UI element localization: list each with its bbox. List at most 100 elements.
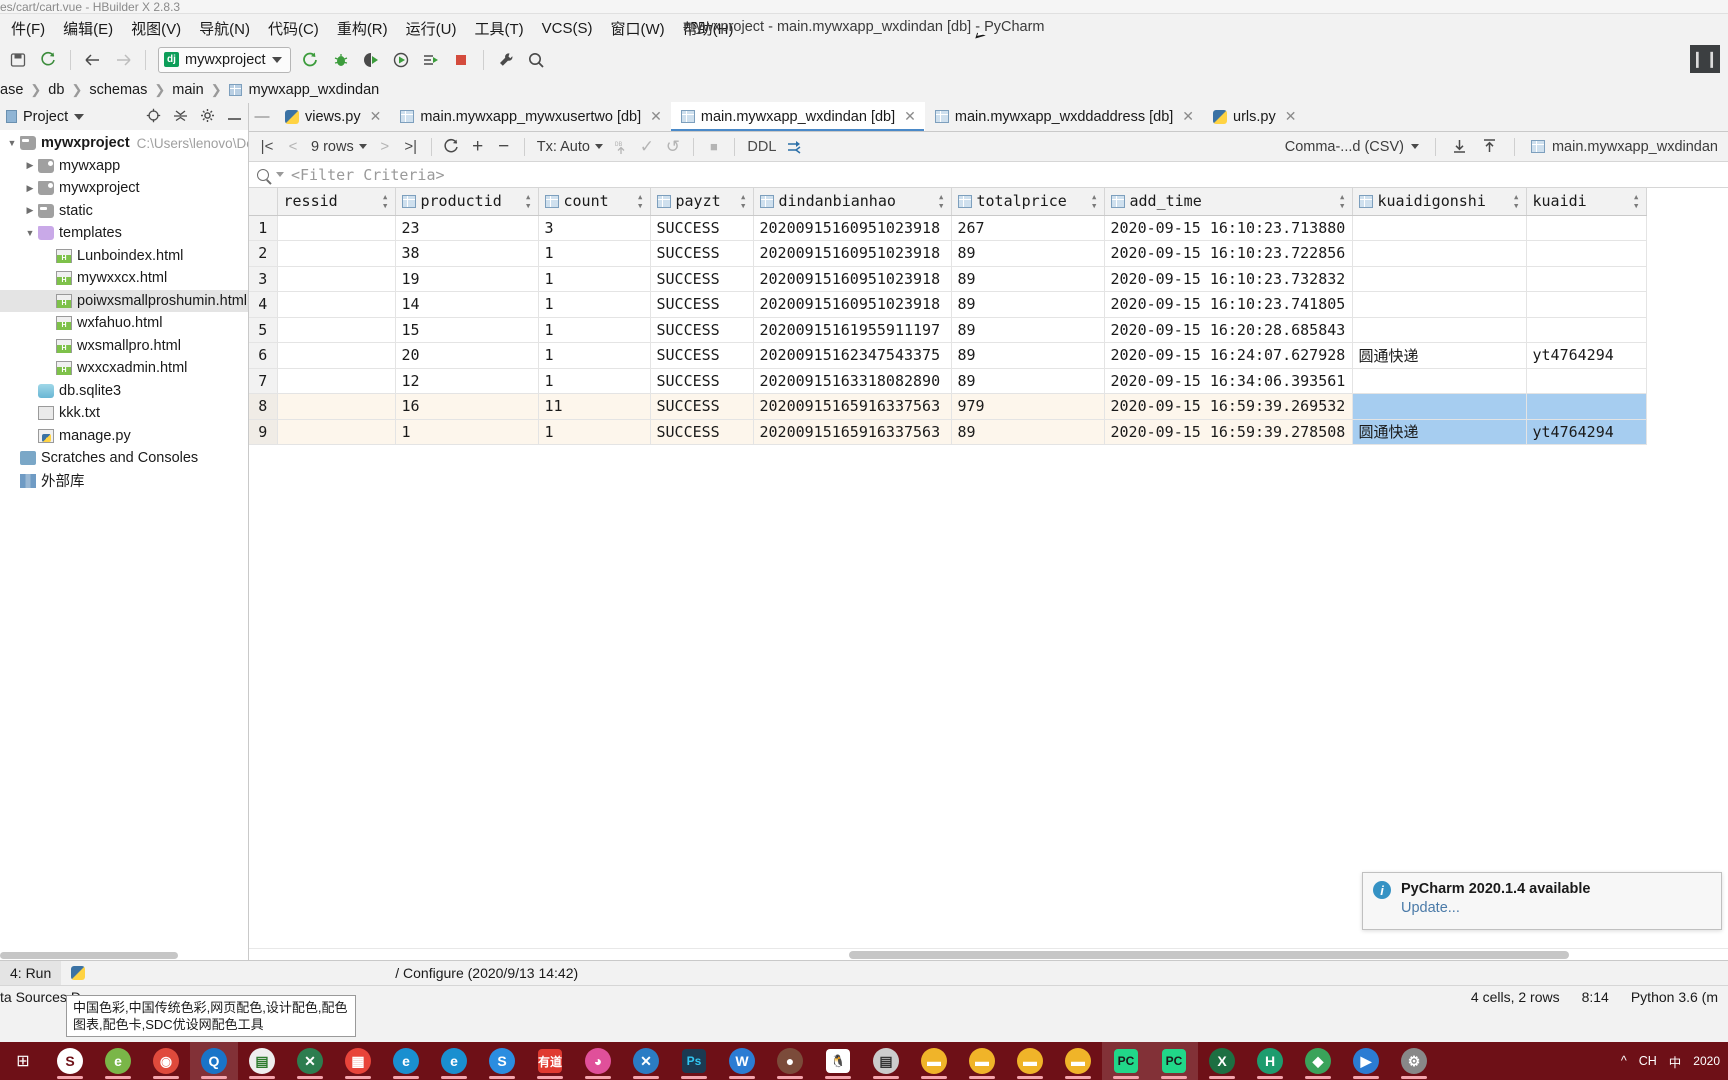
jump-to-console-icon[interactable] xyxy=(783,135,807,159)
cell-payzt[interactable]: SUCCESS xyxy=(650,317,754,343)
table-row[interactable]: 9 1 1 SUCCESS 20200915165916337563 89 2020-09-… xyxy=(249,419,1647,445)
sort-toggle-icon[interactable]: ▴ ▾ xyxy=(525,191,532,211)
cell-productid[interactable]: 23 xyxy=(395,215,539,241)
sort-toggle-icon[interactable]: ▴ ▾ xyxy=(740,191,747,211)
cell-kuaidi[interactable] xyxy=(1526,266,1647,292)
wrench-icon[interactable] xyxy=(492,47,520,73)
pycharm-icon-2[interactable]: PC xyxy=(1150,1042,1198,1080)
sidebar-horizontal-scrollbar[interactable] xyxy=(0,950,248,960)
cell-ressid[interactable] xyxy=(277,215,396,241)
tree-item-kkk-txt[interactable]: kkk.txt xyxy=(0,402,248,425)
tool-window-run[interactable]: 4: Run xyxy=(0,960,62,986)
notepad-icon[interactable]: ▤ xyxy=(238,1042,286,1080)
cell-productid[interactable]: 1 xyxy=(395,419,539,445)
cell-kuaidigonshi[interactable] xyxy=(1352,393,1527,420)
rollback-button[interactable]: ↺ xyxy=(661,135,685,159)
column-header-kuaidigonshi[interactable]: kuaidigonshi ▴ ▾ xyxy=(1352,188,1527,216)
run-with-console-icon[interactable] xyxy=(417,47,445,73)
collapse-all-icon[interactable] xyxy=(173,108,188,126)
export-format-selector[interactable]: Comma-...d (CSV) xyxy=(1281,139,1423,155)
video-icon[interactable]: ▶ xyxy=(1342,1042,1390,1080)
tree-item-templates[interactable]: ▼ templates xyxy=(0,222,248,245)
cell-add_time[interactable]: 2020-09-15 16:10:23.713880 xyxy=(1104,215,1353,241)
tree-item-wxfahuo-html[interactable]: wxfahuo.html xyxy=(0,312,248,335)
menu-vcs[interactable]: VCS(S) xyxy=(533,18,602,39)
cell-totalprice[interactable]: 267 xyxy=(951,215,1105,241)
cell-payzt[interactable]: SUCCESS xyxy=(650,291,754,318)
tree-item-wxsmallpro-html[interactable]: wxsmallpro.html xyxy=(0,335,248,358)
menu-run[interactable]: 运行(U) xyxy=(397,16,466,41)
cell-kuaidi[interactable] xyxy=(1526,393,1647,420)
vscode-insiders-icon[interactable]: ✕ xyxy=(286,1042,334,1080)
expand-arrow-icon[interactable]: ▶ xyxy=(22,183,38,194)
status-interpreter[interactable]: Python 3.6 (m xyxy=(1631,989,1718,1005)
close-icon[interactable]: ✕ xyxy=(1285,108,1297,125)
forward-arrow-icon[interactable] xyxy=(109,47,137,73)
cell-productid[interactable]: 14 xyxy=(395,291,539,318)
shanbay-icon[interactable]: S xyxy=(46,1042,94,1080)
cell-ressid[interactable] xyxy=(277,317,396,343)
cell-payzt[interactable]: SUCCESS xyxy=(650,215,754,241)
cell-kuaidigonshi[interactable] xyxy=(1352,291,1527,318)
column-header-add_time[interactable]: add_time ▴ ▾ xyxy=(1104,188,1353,216)
cell-count[interactable]: 1 xyxy=(538,266,651,292)
sort-toggle-icon[interactable]: ▴ ▾ xyxy=(938,191,945,211)
cell-ressid[interactable] xyxy=(277,393,396,420)
cell-count[interactable]: 3 xyxy=(538,215,651,241)
sort-toggle-icon[interactable]: ▴ ▾ xyxy=(637,191,644,211)
transaction-mode-selector[interactable]: Tx: Auto xyxy=(533,139,607,155)
gear-icon[interactable] xyxy=(200,108,215,126)
tray-chevron-icon[interactable]: ^ xyxy=(1621,1054,1627,1068)
cell-dindanbianhao[interactable]: 20200915163318082890 xyxy=(753,368,952,394)
cell-totalprice[interactable]: 89 xyxy=(951,317,1105,343)
cell-totalprice[interactable]: 89 xyxy=(951,368,1105,394)
table-row[interactable]: 8 16 11 SUCCESS 20200915165916337563 979 2020-… xyxy=(249,393,1647,420)
chrome-icon[interactable]: ◉ xyxy=(142,1042,190,1080)
sort-toggle-icon[interactable]: ▴ ▾ xyxy=(1633,191,1640,211)
commit-button[interactable]: ✓ xyxy=(635,135,659,159)
breadcrumb-item-schemas[interactable]: schemas xyxy=(89,82,147,98)
cell-productid[interactable]: 38 xyxy=(395,240,539,267)
cell-ressid[interactable] xyxy=(277,419,396,445)
expand-arrow-icon[interactable]: ▶ xyxy=(22,205,38,216)
tool-window-python-console[interactable] xyxy=(61,961,95,986)
pause-indicator[interactable]: ❙❙ xyxy=(1690,45,1720,73)
cell-kuaidi[interactable] xyxy=(1526,317,1647,343)
reload-icon[interactable] xyxy=(440,135,464,159)
save-icon[interactable] xyxy=(4,47,32,73)
table-row[interactable]: 1 23 3 SUCCESS 20200915160951023918 267 2020-0… xyxy=(249,215,1647,241)
menu-view[interactable]: 视图(V) xyxy=(122,16,190,41)
table-row[interactable]: 2 38 1 SUCCESS 20200915160951023918 89 2020-09… xyxy=(249,240,1647,267)
cell-count[interactable]: 1 xyxy=(538,342,651,369)
taskbar-app-18[interactable]: ▤ xyxy=(862,1042,910,1080)
tree-item-mywxapp[interactable]: ▶ mywxapp xyxy=(0,155,248,178)
cell-productid[interactable]: 12 xyxy=(395,368,539,394)
tree-item-wxxcxadmin-html[interactable]: wxxcxadmin.html xyxy=(0,357,248,380)
cell-dindanbianhao[interactable]: 20200915160951023918 xyxy=(753,266,952,292)
cell-add_time[interactable]: 2020-09-15 16:59:39.269532 xyxy=(1104,393,1353,420)
cell-productid[interactable]: 16 xyxy=(395,393,539,420)
start-icon[interactable]: ⊞ xyxy=(0,1042,46,1080)
cell-kuaidigonshi[interactable]: 圆通快递 xyxy=(1352,342,1527,369)
tree-item-mywxxcx-html[interactable]: mywxxcx.html xyxy=(0,267,248,290)
cell-ressid[interactable] xyxy=(277,342,396,369)
folder-icon-2[interactable]: ▬ xyxy=(958,1042,1006,1080)
sort-toggle-icon[interactable]: ▴ ▾ xyxy=(382,191,389,211)
qq-icon[interactable]: 🐧 xyxy=(814,1042,862,1080)
tabs-hide-icon[interactable]: — xyxy=(249,102,275,131)
cell-dindanbianhao[interactable]: 20200915160951023918 xyxy=(753,291,952,318)
cell-productid[interactable]: 19 xyxy=(395,266,539,292)
cell-productid[interactable]: 15 xyxy=(395,317,539,343)
cancel-button[interactable]: ■ xyxy=(702,135,726,159)
ie-icon[interactable]: e xyxy=(430,1042,478,1080)
cell-kuaidi[interactable]: yt4764294 xyxy=(1526,419,1647,445)
word-icon[interactable]: W xyxy=(718,1042,766,1080)
last-page-button[interactable]: >| xyxy=(399,135,423,159)
snipaste-icon[interactable]: S xyxy=(478,1042,526,1080)
column-header-totalprice[interactable]: totalprice ▴ ▾ xyxy=(951,188,1105,216)
tree-item-mywxproject[interactable]: ▶ mywxproject xyxy=(0,177,248,200)
cell-payzt[interactable]: SUCCESS xyxy=(650,393,754,420)
grid-horizontal-scrollbar[interactable] xyxy=(249,948,1728,960)
cell-payzt[interactable]: SUCCESS xyxy=(650,266,754,292)
tree-item-lunboindex-html[interactable]: Lunboindex.html xyxy=(0,245,248,268)
